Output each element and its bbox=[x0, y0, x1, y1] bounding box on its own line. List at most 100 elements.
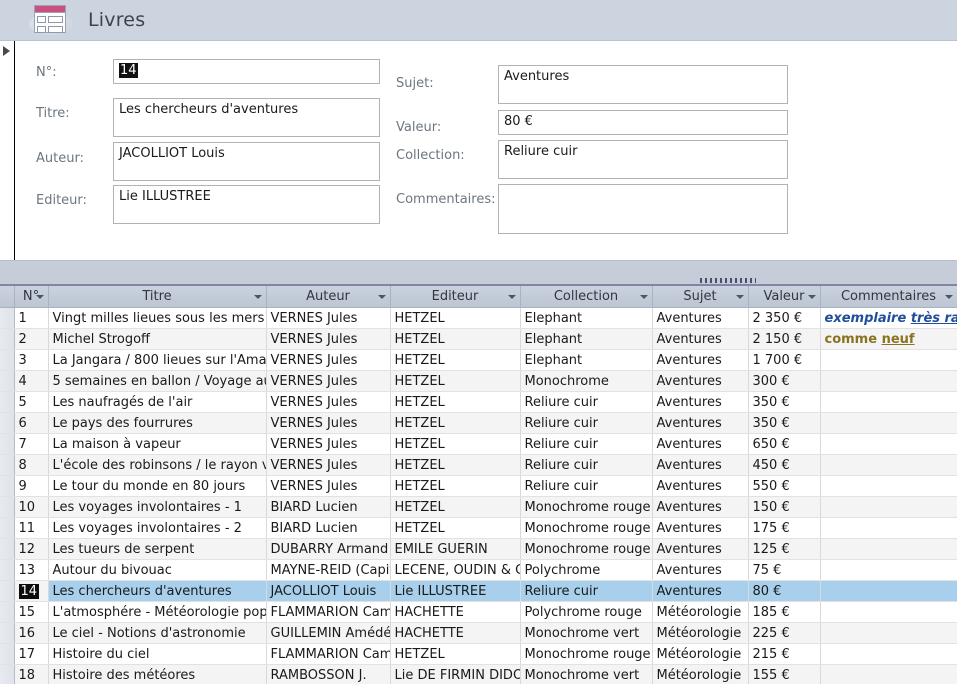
cell-valeur[interactable]: 1 700 € bbox=[748, 349, 821, 371]
table-row[interactable]: 11 Les voyages involontaires - 2 BIARD Luc… bbox=[0, 517, 957, 539]
table-row[interactable]: 5 Les naufragés de l'air VERNES Jules HETZE… bbox=[0, 391, 957, 413]
select-all-corner[interactable] bbox=[0, 286, 15, 308]
cell-commentaires[interactable] bbox=[820, 475, 957, 497]
cell-valeur[interactable]: 125 € bbox=[748, 538, 821, 560]
cell-valeur[interactable]: 225 € bbox=[748, 622, 821, 644]
cell-commentaires[interactable] bbox=[820, 349, 957, 371]
cell-editeur[interactable]: Lie ILLUSTREE bbox=[390, 580, 521, 602]
cell-numero[interactable]: 12 bbox=[14, 538, 49, 560]
table-row[interactable]: 1 Vingt milles lieues sous les mers VERNES… bbox=[0, 307, 957, 329]
cell-collection[interactable]: Monochrome vert bbox=[520, 664, 653, 684]
cell-sujet[interactable]: Aventures bbox=[652, 454, 749, 476]
cell-commentaires[interactable] bbox=[820, 412, 957, 434]
cell-titre[interactable]: L'atmosphére - Météorologie populaire bbox=[48, 601, 267, 623]
column-header-numero[interactable]: N° bbox=[14, 286, 49, 308]
cell-valeur[interactable]: 215 € bbox=[748, 643, 821, 665]
chevron-down-icon[interactable] bbox=[735, 295, 744, 299]
cell-titre[interactable]: 5 semaines en ballon / Voyage au centre bbox=[48, 370, 267, 392]
splitter-grip-icon[interactable] bbox=[700, 278, 756, 283]
cell-sujet[interactable]: Aventures bbox=[652, 496, 749, 518]
cell-editeur[interactable]: HETZEL bbox=[390, 643, 521, 665]
cell-auteur[interactable]: DUBARRY Armand bbox=[266, 538, 391, 560]
table-row[interactable]: 8 L'école des robinsons / le rayon vert VE… bbox=[0, 454, 957, 476]
cell-editeur[interactable]: HETZEL bbox=[390, 307, 521, 329]
cell-sujet[interactable]: Aventures bbox=[652, 370, 749, 392]
cell-valeur[interactable]: 150 € bbox=[748, 496, 821, 518]
cell-commentaires[interactable] bbox=[820, 454, 957, 476]
chevron-down-icon[interactable] bbox=[35, 295, 44, 299]
cell-numero[interactable]: 10 bbox=[14, 496, 49, 518]
cell-valeur[interactable]: 185 € bbox=[748, 601, 821, 623]
cell-collection[interactable]: Elephant bbox=[520, 307, 653, 329]
cell-numero[interactable]: 9 bbox=[14, 475, 49, 497]
cell-numero[interactable]: 7 bbox=[14, 433, 49, 455]
cell-collection[interactable]: Monochrome bbox=[520, 370, 653, 392]
cell-auteur[interactable]: FLAMMARION Camille bbox=[266, 601, 391, 623]
row-selector[interactable] bbox=[0, 664, 15, 684]
cell-collection[interactable]: Reliure cuir bbox=[520, 412, 653, 434]
cell-sujet[interactable]: Aventures bbox=[652, 580, 749, 602]
cell-auteur[interactable]: VERNES Jules bbox=[266, 349, 391, 371]
cell-valeur[interactable]: 2 150 € bbox=[748, 328, 821, 350]
column-header-editeur[interactable]: Editeur bbox=[390, 286, 521, 308]
cell-editeur[interactable]: HETZEL bbox=[390, 412, 521, 434]
cell-numero[interactable]: 4 bbox=[14, 370, 49, 392]
cell-titre[interactable]: Histoire des météores bbox=[48, 664, 267, 684]
cell-sujet[interactable]: Aventures bbox=[652, 475, 749, 497]
cell-numero[interactable]: 15 bbox=[14, 601, 49, 623]
row-selector[interactable] bbox=[0, 349, 15, 371]
field-editeur[interactable]: Lie ILLUSTREE bbox=[113, 185, 380, 224]
cell-titre[interactable]: Le pays des fourrures bbox=[48, 412, 267, 434]
row-selector[interactable] bbox=[0, 475, 15, 497]
cell-auteur[interactable]: BIARD Lucien bbox=[266, 496, 391, 518]
cell-editeur[interactable]: HETZEL bbox=[390, 433, 521, 455]
table-row[interactable]: 10 Les voyages involontaires - 1 BIARD Luc… bbox=[0, 496, 957, 518]
cell-collection[interactable]: Monochrome vert bbox=[520, 622, 653, 644]
cell-numero[interactable]: 1 bbox=[14, 307, 49, 329]
cell-collection[interactable]: Monochrome rouge bbox=[520, 517, 653, 539]
cell-collection[interactable]: Monochrome rouge bbox=[520, 643, 653, 665]
table-row[interactable]: 45 semaines en ballon / Voyage au centre… bbox=[0, 370, 957, 392]
record-selector-gutter[interactable] bbox=[0, 41, 15, 260]
column-header-titre[interactable]: Titre bbox=[48, 286, 267, 308]
cell-editeur[interactable]: EMILE GUERIN bbox=[390, 538, 521, 560]
row-selector[interactable] bbox=[0, 307, 15, 329]
field-auteur[interactable]: JACOLLIOT Louis bbox=[113, 142, 380, 181]
cell-valeur[interactable]: 650 € bbox=[748, 433, 821, 455]
table-row[interactable]: 15L'atmosphére - Météorologie populaireF… bbox=[0, 601, 957, 623]
table-row[interactable]: 2 Michel Strogoff VERNES Jules HETZEL Elepha… bbox=[0, 328, 957, 350]
row-selector[interactable] bbox=[0, 454, 15, 476]
field-sujet[interactable]: Aventures bbox=[498, 65, 788, 104]
cell-titre[interactable]: Les voyages involontaires - 1 bbox=[48, 496, 267, 518]
cell-collection[interactable]: Reliure cuir bbox=[520, 580, 653, 602]
cell-auteur[interactable]: MAYNE-REID (Capitaine) bbox=[266, 559, 391, 581]
cell-valeur[interactable]: 450 € bbox=[748, 454, 821, 476]
cell-auteur[interactable]: BIARD Lucien bbox=[266, 517, 391, 539]
cell-commentaires[interactable]: comme neuf bbox=[820, 328, 957, 350]
cell-collection[interactable]: Polychrome rouge bbox=[520, 601, 653, 623]
cell-collection[interactable]: Polychrome bbox=[520, 559, 653, 581]
cell-titre[interactable]: Les tueurs de serpent bbox=[48, 538, 267, 560]
table-row[interactable]: 17Histoire du cielFLAMMARION CamilleHETZ… bbox=[0, 643, 957, 665]
cell-sujet[interactable]: Météorologie bbox=[652, 622, 749, 644]
cell-commentaires[interactable] bbox=[820, 433, 957, 455]
cell-numero[interactable]: 17 bbox=[14, 643, 49, 665]
chevron-down-icon[interactable] bbox=[507, 295, 516, 299]
cell-editeur[interactable]: LECENE, OUDIN & Cie bbox=[390, 559, 521, 581]
cell-sujet[interactable]: Aventures bbox=[652, 517, 749, 539]
cell-auteur[interactable]: RAMBOSSON J. bbox=[266, 664, 391, 684]
cell-sujet[interactable]: Aventures bbox=[652, 349, 749, 371]
cell-numero[interactable]: 6 bbox=[14, 412, 49, 434]
field-commentaires[interactable] bbox=[498, 184, 788, 234]
cell-sujet[interactable]: Météorologie bbox=[652, 664, 749, 684]
cell-titre[interactable]: Les voyages involontaires - 2 bbox=[48, 517, 267, 539]
cell-valeur[interactable]: 155 € bbox=[748, 664, 821, 684]
cell-collection[interactable]: Monochrome rouge bbox=[520, 538, 653, 560]
column-header-collection[interactable]: Collection bbox=[520, 286, 653, 308]
cell-collection[interactable]: Reliure cuir bbox=[520, 391, 653, 413]
cell-titre[interactable]: Les naufragés de l'air bbox=[48, 391, 267, 413]
cell-sujet[interactable]: Aventures bbox=[652, 559, 749, 581]
cell-auteur[interactable]: VERNES Jules bbox=[266, 433, 391, 455]
cell-titre[interactable]: Autour du bivouac bbox=[48, 559, 267, 581]
cell-titre[interactable]: Le tour du monde en 80 jours bbox=[48, 475, 267, 497]
